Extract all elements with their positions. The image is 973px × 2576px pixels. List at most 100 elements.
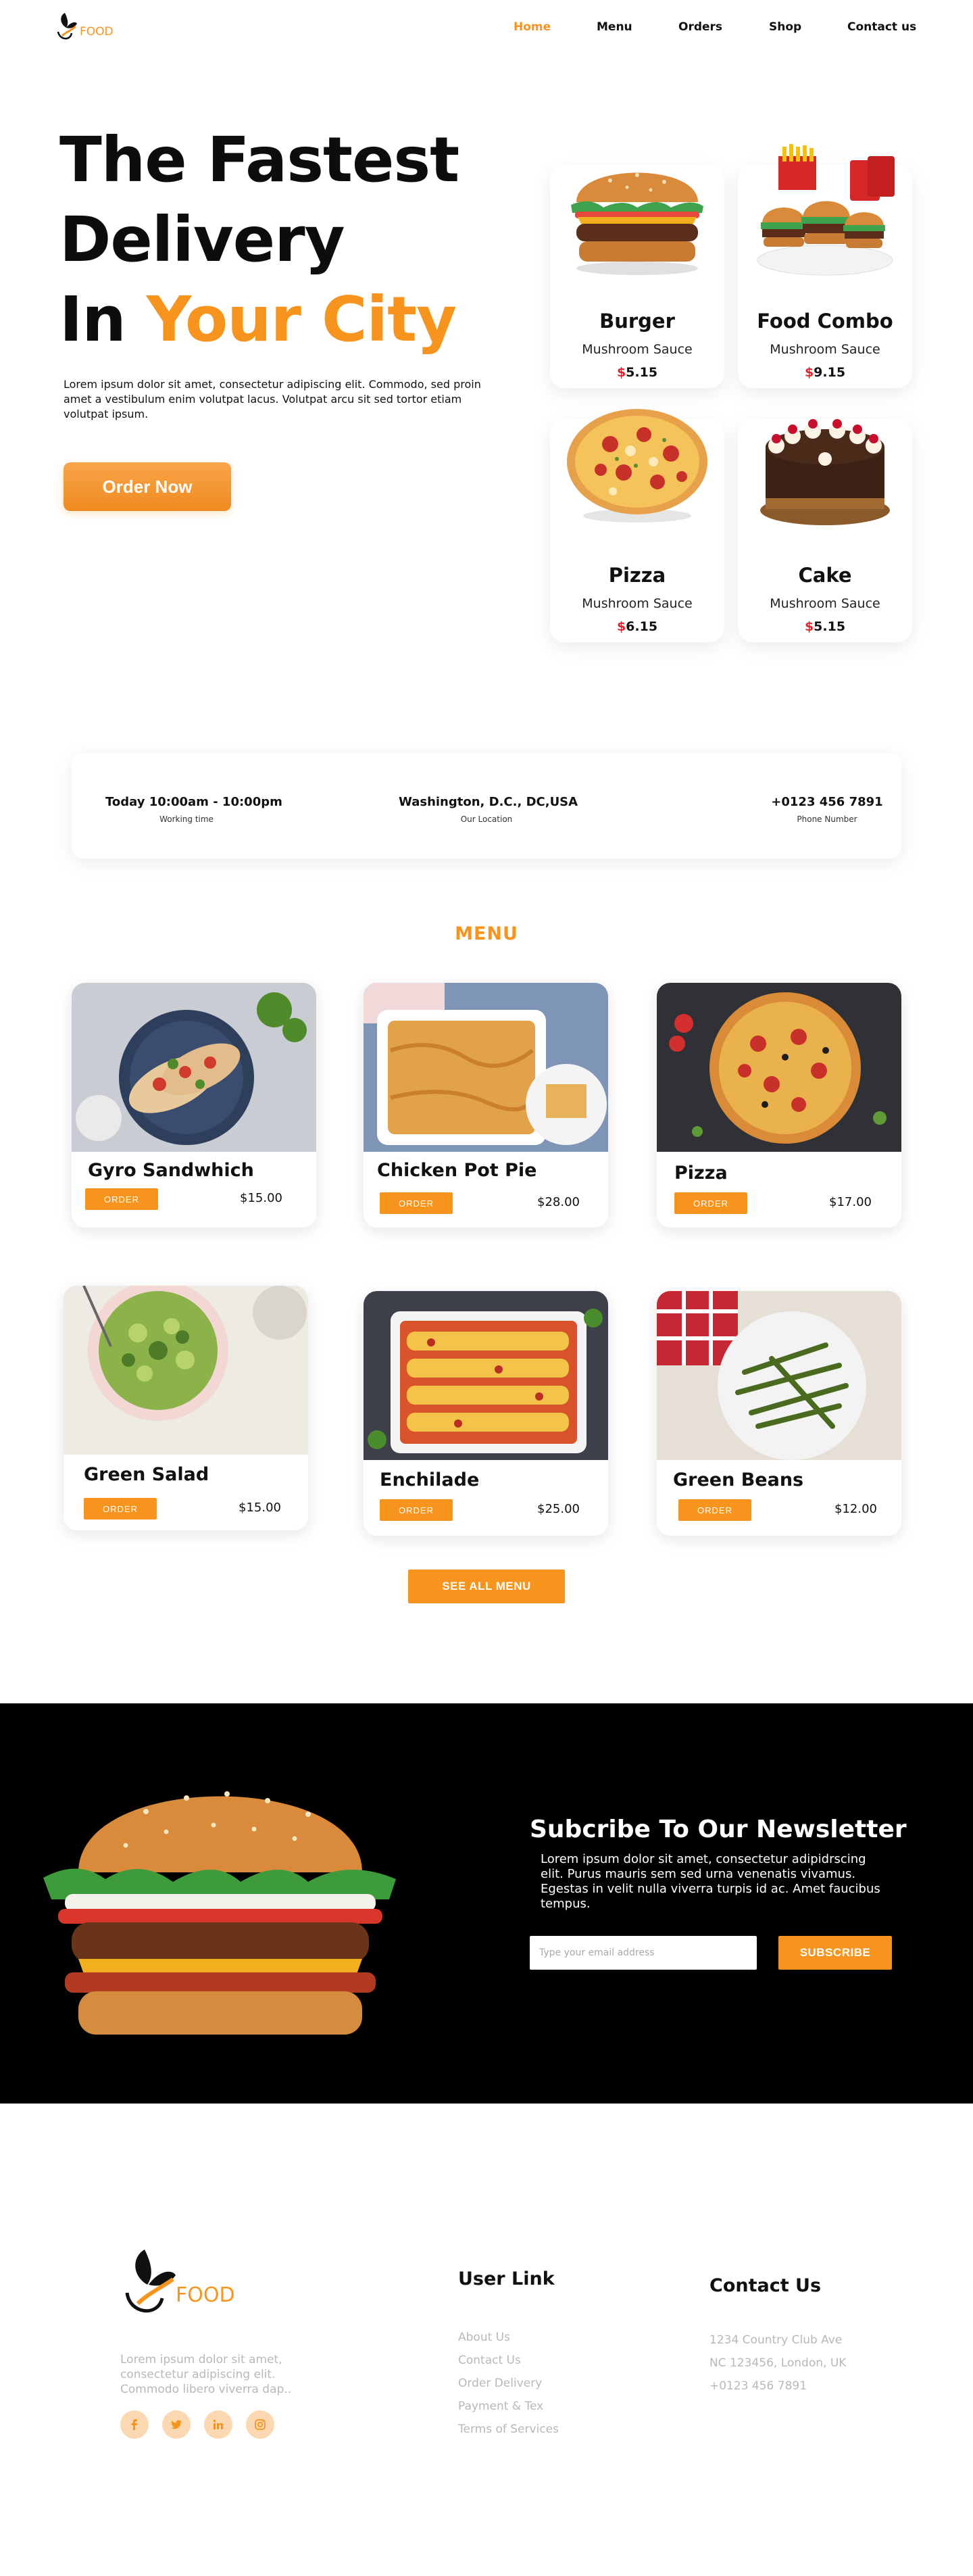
hero-card-price: $5.15 [616, 365, 658, 380]
menu-item-title: Chicken Pot Pie [377, 1160, 537, 1181]
footer-about: Lorem ipsum dolor sit amet, consectetur … [120, 2353, 292, 2396]
salad-image [64, 1286, 308, 1455]
cake-image [746, 395, 904, 534]
menu-item-title: Green Beans [673, 1469, 804, 1490]
phone-label: Phone Number [797, 815, 857, 824]
menu-item-title: Green Salad [84, 1464, 209, 1485]
contact-title: Contact Us [709, 2275, 822, 2296]
nav-shop[interactable]: Shop [769, 20, 801, 34]
logo[interactable]: FOOD [55, 9, 130, 47]
burger-hero-image [43, 1791, 396, 2035]
footer-link-terms[interactable]: Terms of Services [458, 2423, 559, 2436]
order-button[interactable]: ORDER [674, 1192, 747, 1214]
menu-card-gyro[interactable]: Gyro Sandwhich ORDER $15.00 [72, 983, 316, 1228]
footer-link-contact[interactable]: Contact Us [458, 2354, 521, 2367]
menu-section-title: MENU [455, 923, 518, 944]
hero-paragraph: Lorem ipsum dolor sit amet, consectetur … [64, 378, 481, 420]
contact-city: NC 123456, London, UK [709, 2356, 847, 2370]
newsletter-paragraph: Lorem ipsum dolor sit amet, consectetur … [541, 1852, 880, 1911]
hero-title-line3: In [59, 283, 147, 356]
hero-card-price: $5.15 [804, 619, 846, 634]
menu-item-price: $25.00 [537, 1502, 580, 1516]
menu-item-price: $12.00 [834, 1502, 877, 1516]
location-value: Washington, D.C., DC,USA [399, 795, 578, 809]
green-beans-image [657, 1291, 901, 1460]
menu-card-pizza[interactable]: Pizza ORDER $17.00 [657, 983, 901, 1228]
nav-home[interactable]: Home [514, 20, 551, 34]
info-bar: Today 10:00am - 10:00pm Working time Was… [72, 753, 901, 858]
user-link-title: User Link [458, 2268, 555, 2289]
nav-contact[interactable]: Contact us [847, 20, 916, 34]
order-button[interactable]: ORDER [380, 1192, 453, 1214]
phone-number: +0123 456 7891 Phone Number [766, 795, 888, 824]
order-button[interactable]: ORDER [678, 1499, 751, 1521]
working-time-value: Today 10:00am - 10:00pm [105, 795, 282, 809]
hero-card-burger[interactable]: Burger Mushroom Sauce $5.15 [550, 165, 724, 388]
hero-card-price: $6.15 [616, 619, 658, 634]
contact-phone: +0123 456 7891 [709, 2379, 807, 2393]
enchilada-image [364, 1291, 608, 1460]
facebook-icon[interactable] [120, 2410, 149, 2439]
hero-card-pizza[interactable]: Pizza Mushroom Sauce $6.15 [550, 409, 724, 642]
twitter-icon[interactable] [162, 2410, 191, 2439]
hero-card-sub: Mushroom Sauce [582, 342, 693, 357]
newsletter-title: Subcribe To Our Newsletter [530, 1816, 907, 1843]
order-button[interactable]: ORDER [85, 1188, 158, 1210]
hero-card-sub: Mushroom Sauce [770, 596, 880, 611]
hero-card-sub: Mushroom Sauce [770, 342, 880, 357]
hero-card-cake[interactable]: Cake Mushroom Sauce $5.15 [738, 419, 912, 642]
hero-card-food-combo[interactable]: Food Combo Mushroom Sauce $9.15 [738, 144, 912, 388]
contact-address: 1234 Country Club Ave [709, 2333, 843, 2347]
menu-card-enchilade[interactable]: Enchilade ORDER $25.00 [364, 1291, 608, 1536]
hero-card-price: $9.15 [804, 365, 846, 380]
order-button[interactable]: ORDER [380, 1499, 453, 1521]
hero-card-sub: Mushroom Sauce [582, 596, 693, 611]
menu-card-green-salad[interactable]: Green Salad ORDER $15.00 [64, 1286, 308, 1530]
hero-card-name: Food Combo [757, 310, 893, 333]
footer-link-about[interactable]: About Us [458, 2331, 510, 2344]
pot-pie-image [364, 983, 608, 1152]
menu-item-title: Enchilade [380, 1469, 480, 1490]
hero-title-line1: The Fastest [59, 124, 459, 196]
menu-item-price: $15.00 [239, 1501, 281, 1515]
menu-card-chicken-pot-pie[interactable]: Chicken Pot Pie ORDER $28.00 [364, 983, 608, 1228]
menu-item-price: $15.00 [240, 1191, 282, 1205]
pizza-image [657, 983, 901, 1152]
hero-card-name: Pizza [608, 564, 666, 587]
menu-item-price: $28.00 [537, 1195, 580, 1209]
gyro-plate-image [72, 983, 316, 1152]
food-combo-image [746, 141, 904, 280]
hero-title-accent: Your City [146, 283, 457, 356]
location-label: Our Location [460, 815, 513, 824]
working-time-label: Working time [159, 815, 214, 824]
instagram-icon[interactable] [246, 2410, 274, 2439]
hero-title-line2: Delivery [59, 203, 345, 276]
leaf-logo-icon [125, 2250, 176, 2313]
working-time: Today 10:00am - 10:00pm Working time [105, 795, 282, 824]
menu-item-title: Pizza [674, 1163, 728, 1184]
hero-card-name: Burger [599, 310, 675, 333]
footer-logo[interactable]: FOOD [119, 2244, 268, 2325]
linkedin-icon[interactable] [204, 2410, 232, 2439]
email-input[interactable] [530, 1936, 757, 1970]
order-now-button[interactable]: Order Now [64, 462, 231, 511]
hero-card-name: Cake [798, 564, 852, 587]
leaf-logo-icon [57, 13, 77, 40]
footer-logo-text: FOOD [176, 2283, 235, 2307]
see-all-menu-button[interactable]: SEE ALL MENU [408, 1570, 565, 1603]
nav-orders[interactable]: Orders [678, 20, 722, 34]
menu-item-price: $17.00 [829, 1195, 872, 1209]
menu-item-title: Gyro Sandwhich [88, 1160, 254, 1181]
pizza-image [558, 395, 716, 534]
menu-card-green-beans[interactable]: Green Beans ORDER $12.00 [657, 1291, 901, 1536]
phone-value: +0123 456 7891 [771, 795, 883, 809]
footer-link-payment[interactable]: Payment & Tex [458, 2400, 543, 2413]
burger-image [558, 141, 716, 280]
our-location: Washington, D.C., DC,USA Our Location [399, 795, 578, 824]
nav-menu[interactable]: Menu [597, 20, 632, 34]
subscribe-button[interactable]: SUBSCRIBE [778, 1936, 892, 1970]
hero-title: The Fastest Delivery In Your City [59, 120, 492, 360]
footer-link-order-delivery[interactable]: Order Delivery [458, 2377, 542, 2390]
order-button[interactable]: ORDER [84, 1498, 157, 1520]
logo-text: FOOD [80, 25, 114, 39]
